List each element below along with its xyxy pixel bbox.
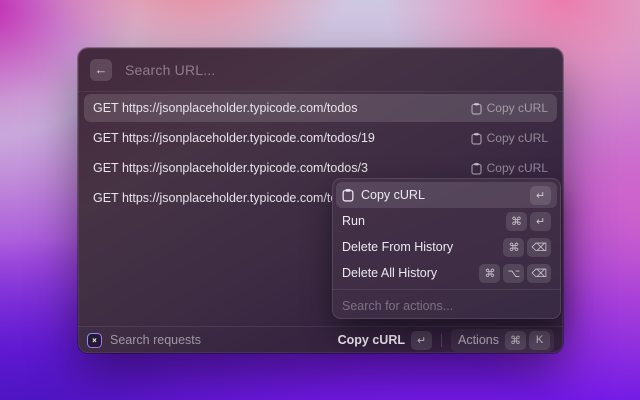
menu-divider — [332, 289, 561, 290]
key-cmd: ⌘ — [506, 212, 527, 231]
search-url-input[interactable]: Search URL... — [125, 62, 216, 78]
menu-item-run[interactable]: Run ⌘ ↵ — [336, 208, 557, 234]
back-arrow-icon: ← — [95, 59, 108, 81]
request-title: GET https://jsonplaceholder.typicode.com… — [93, 131, 375, 145]
key-option: ⌥ — [503, 264, 524, 283]
key-cmd: ⌘ — [479, 264, 500, 283]
shortcut-keys: ⌘ ⌫ — [503, 238, 551, 257]
actions-button[interactable]: Actions ⌘ K — [451, 329, 554, 352]
actions-menu-panel: Copy cURL ↵ Run ⌘ ↵ Delete From History — [332, 178, 561, 319]
shortcut-keys: ↵ — [530, 186, 551, 205]
key-cmd: ⌘ — [505, 331, 526, 350]
key-cmd: ⌘ — [503, 238, 524, 257]
request-title: GET https://jsonplaceholder.typicode.com… — [93, 161, 368, 175]
menu-item-delete-from-history[interactable]: Delete From History ⌘ ⌫ — [336, 234, 557, 260]
request-title: GET https://jsonplaceholder.typicode.com… — [93, 101, 358, 115]
accessory-label: Copy cURL — [487, 131, 548, 145]
shortcut-keys: ⌘ K — [505, 331, 550, 350]
key-delete: ⌫ — [527, 238, 551, 257]
request-row-todos-19[interactable]: GET https://jsonplaceholder.typicode.com… — [84, 124, 557, 152]
clipboard-icon — [471, 102, 482, 115]
footer-divider — [441, 334, 442, 347]
actions-button-label: Actions — [458, 333, 499, 347]
search-header: ← Search URL... — [78, 48, 563, 92]
menu-item-label: Run — [342, 214, 365, 228]
primary-action-label: Copy cURL — [338, 333, 405, 347]
extension-glyph: × — [92, 336, 97, 345]
raycast-window: ← Search URL... GET https://jsonplacehol… — [78, 48, 563, 353]
extension-icon: × — [87, 333, 102, 348]
shortcut-keys: ⌘ ↵ — [506, 212, 551, 231]
key-k: K — [529, 331, 550, 350]
menu-item-copy-curl[interactable]: Copy cURL ↵ — [336, 182, 557, 208]
footer-bar: × Search requests Copy cURL ↵ Actions ⌘ … — [78, 326, 563, 353]
accessory-label: Copy cURL — [487, 101, 548, 115]
menu-item-label: Delete All History — [342, 266, 437, 280]
menu-item-label: Delete From History — [342, 240, 453, 254]
request-row-todos[interactable]: GET https://jsonplaceholder.typicode.com… — [84, 94, 557, 122]
primary-action-button[interactable]: Copy cURL ↵ — [338, 331, 432, 350]
key-delete: ⌫ — [527, 264, 551, 283]
footer-left: × Search requests — [87, 333, 201, 348]
row-accessory: Copy cURL — [471, 101, 548, 115]
clipboard-icon — [471, 162, 482, 175]
clipboard-icon — [471, 132, 482, 145]
menu-item-delete-all-history[interactable]: Delete All History ⌘ ⌥ ⌫ — [336, 260, 557, 286]
back-button[interactable]: ← — [90, 59, 112, 81]
row-accessory: Copy cURL — [471, 161, 548, 175]
key-return: ↵ — [411, 331, 432, 350]
actions-search-input[interactable]: Search for actions... — [336, 293, 557, 319]
request-title: GET https://jsonplaceholder.typicode.com… — [93, 191, 368, 205]
accessory-label: Copy cURL — [487, 161, 548, 175]
key-return: ↵ — [530, 212, 551, 231]
menu-item-label: Copy cURL — [361, 188, 425, 202]
row-accessory: Copy cURL — [471, 131, 548, 145]
shortcut-keys: ⌘ ⌥ ⌫ — [479, 264, 551, 283]
clipboard-icon — [342, 188, 354, 202]
footer-right: Copy cURL ↵ Actions ⌘ K — [338, 329, 554, 352]
footer-context-label: Search requests — [110, 333, 201, 347]
key-return: ↵ — [530, 186, 551, 205]
